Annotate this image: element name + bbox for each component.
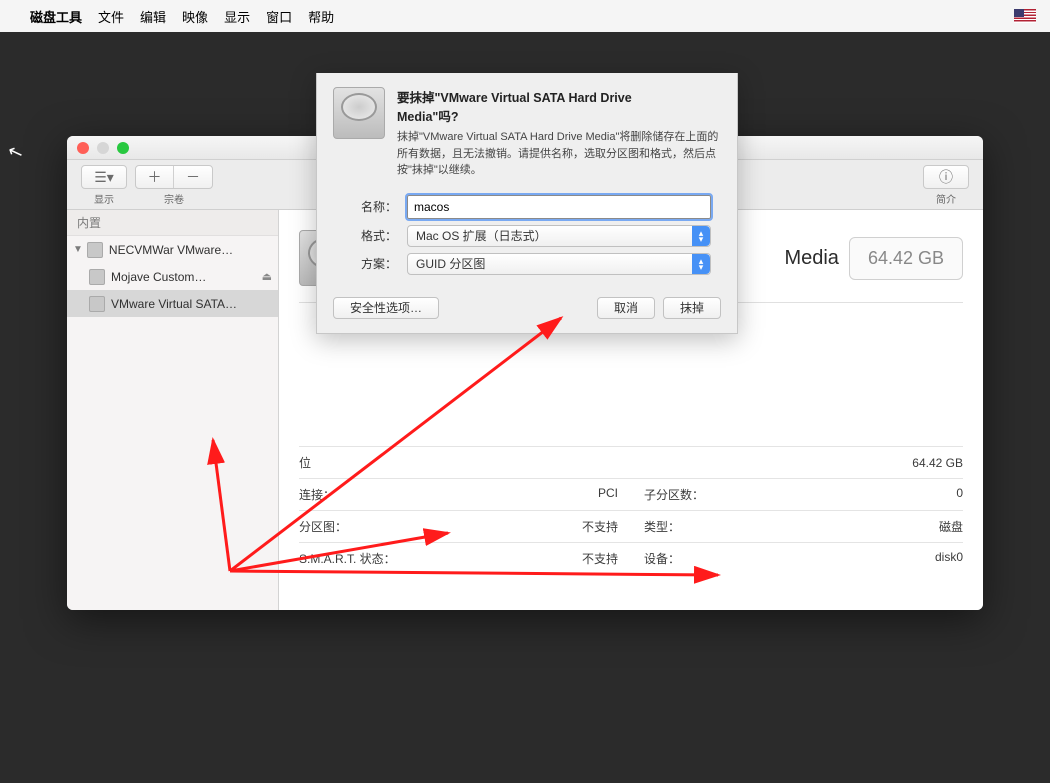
chevron-updown-icon: ▴▾ [692,254,710,274]
disk-icon [89,269,105,285]
view-button[interactable]: ☰▾ [82,166,126,188]
app-menu[interactable]: 磁盘工具 [30,7,82,26]
sidebar-item-0[interactable]: ▼NECVMWar VMware… [67,236,278,263]
sidebar-item-2[interactable]: VMware Virtual SATA… [67,290,278,317]
sidebar-item-label: VMware Virtual SATA… [111,297,237,311]
menu-view[interactable]: 显示 [224,7,250,26]
info-key: 子分区数： [644,486,704,503]
menu-file[interactable]: 文件 [98,7,124,26]
name-input[interactable] [407,195,711,219]
info-val: disk0 [935,550,963,567]
sidebar-item-label: NECVMWar VMware… [109,243,233,257]
info-key: 设备： [644,550,680,567]
info-key: 连接： [299,486,335,503]
sheet-description: 抹掉"VMware Virtual SATA Hard Drive Media"… [397,129,721,179]
hard-drive-icon [333,87,385,139]
traffic-lights[interactable] [77,142,129,154]
info-val: PCI [598,486,618,503]
sidebar: 内置 ▼NECVMWar VMware… Mojave Custom… ⏏ VMw… [67,210,279,610]
info-val: 不支持 [582,550,618,567]
info-grid: 位 64.42 GB 连接： PCI 子分区数： 0 分区图： 不支持 类型： 磁盘 S.M.… [299,446,963,574]
menu-window[interactable]: 窗口 [266,7,292,26]
scheme-label: 方案： [343,255,397,272]
sheet-heading: 要抹掉"VMware Virtual SATA Hard DriveMedia"… [397,87,721,125]
info-val: 磁盘 [939,518,963,535]
volume-remove-button[interactable]: － [174,166,212,188]
disk-icon [89,296,105,312]
format-select[interactable]: Mac OS 扩展（日志式） ▴▾ [407,225,711,247]
volume-add-button[interactable]: ＋ [136,166,174,188]
menu-edit[interactable]: 编辑 [140,7,166,26]
format-label: 格式： [343,227,397,244]
info-label: 简介 [936,191,956,206]
info-val: 不支持 [582,518,618,535]
capacity-badge: 64.42 GB [849,237,963,280]
menubar: 磁盘工具 文件 编辑 映像 显示 窗口 帮助 [0,0,1050,32]
cursor-icon: ↖ [5,140,26,165]
info-key: 分区图： [299,518,347,535]
volume-label: 宗卷 [164,191,184,206]
info-button[interactable]: ⓘ [924,166,968,188]
sidebar-item-1[interactable]: Mojave Custom… ⏏ [67,263,278,290]
info-key: 类型： [644,518,680,535]
scheme-select[interactable]: GUID 分区图 ▴▾ [407,253,711,275]
name-label: 名称： [343,198,397,215]
info-key: 位 [299,454,311,471]
menu-help[interactable]: 帮助 [308,7,334,26]
chevron-updown-icon: ▴▾ [692,226,710,246]
info-val: 0 [956,486,963,503]
erase-sheet: 要抹掉"VMware Virtual SATA Hard DriveMedia"… [316,73,738,334]
sidebar-section-internal: 内置 [67,210,278,236]
sidebar-item-label: Mojave Custom… [111,270,206,284]
info-key: S.M.A.R.T. 状态： [299,550,396,567]
info-val: 64.42 GB [912,456,963,470]
menu-image[interactable]: 映像 [182,7,208,26]
erase-confirm-button[interactable]: 抹掉 [663,297,721,319]
security-options-button[interactable]: 安全性选项… [333,297,439,319]
scheme-value: GUID 分区图 [416,255,485,272]
input-source-flag-icon[interactable] [1014,9,1036,23]
cancel-button[interactable]: 取消 [597,297,655,319]
format-value: Mac OS 扩展（日志式） [416,227,547,244]
eject-icon[interactable]: ⏏ [262,270,272,283]
disk-icon [87,242,103,258]
view-label: 显示 [94,191,114,206]
